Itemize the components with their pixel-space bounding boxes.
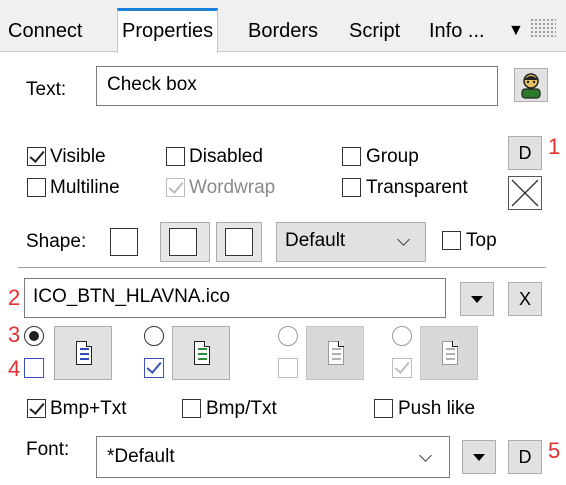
- bmp-txt-label: Bmp+Txt: [50, 398, 127, 419]
- wordwrap-checkbox[interactable]: [166, 178, 185, 197]
- shape-option-square[interactable]: [110, 224, 152, 260]
- state-disabled-checked-icon-button[interactable]: [420, 326, 478, 380]
- push-like-label: Push like: [398, 398, 476, 419]
- document-icon: [194, 341, 210, 365]
- shape-dropdown-value: Default: [285, 230, 346, 251]
- state-checked-radio[interactable]: [144, 326, 164, 346]
- shape-option-sunken[interactable]: [160, 222, 210, 262]
- annotation-4: 4: [8, 356, 21, 381]
- transparent-label: Transparent: [366, 177, 468, 198]
- multiline-label: Multiline: [50, 177, 120, 198]
- close-x-button[interactable]: [508, 176, 542, 210]
- d-button[interactable]: D: [508, 136, 542, 170]
- chevron-down-icon: [397, 233, 410, 246]
- visible-checkbox[interactable]: [27, 147, 46, 166]
- chevron-down-icon: [419, 449, 432, 462]
- text-label: Text:: [26, 79, 67, 100]
- font-d-button[interactable]: D: [508, 440, 542, 474]
- separator: [18, 267, 546, 268]
- tab-strip: Connect Properties Borders Script Info .…: [0, 0, 566, 53]
- user-icon: [521, 73, 541, 99]
- font-dropdown-button[interactable]: [462, 440, 496, 474]
- document-icon: [442, 341, 458, 365]
- top-label: Top: [466, 230, 497, 251]
- shape-dropdown[interactable]: Default: [276, 222, 426, 262]
- shape-option-raised[interactable]: [216, 222, 262, 262]
- annotation-3: 3: [8, 322, 21, 347]
- state-normal-radio[interactable]: [24, 326, 44, 346]
- dropdown-triangle-icon: [471, 296, 483, 303]
- icon-file-input[interactable]: ICO_BTN_HLAVNA.ico: [24, 278, 446, 318]
- tab-overflow-icon[interactable]: ▼: [508, 22, 524, 40]
- state-checked-checkbox[interactable]: [144, 358, 164, 378]
- multiline-checkbox[interactable]: [27, 178, 46, 197]
- transparent-checkbox[interactable]: [342, 178, 361, 197]
- font-label: Font:: [26, 439, 70, 460]
- disabled-checkbox[interactable]: [166, 147, 185, 166]
- annotation-1: 1: [548, 134, 561, 159]
- close-x-icon: [511, 179, 539, 207]
- tab-info[interactable]: Info ...: [425, 10, 489, 52]
- bmp-slash-txt-label: Bmp/Txt: [206, 398, 277, 419]
- properties-panel: Text: Check box Visible Disabled Group D…: [8, 52, 560, 485]
- annotation-5: 5: [548, 438, 561, 463]
- wordwrap-label: Wordwrap: [189, 177, 276, 198]
- annotation-2: 2: [8, 285, 21, 310]
- icon-file-clear-button[interactable]: X: [508, 282, 542, 316]
- group-label: Group: [366, 146, 419, 167]
- state-disabled-checked-radio[interactable]: [392, 326, 412, 346]
- tab-script[interactable]: Script: [345, 10, 404, 52]
- state-checked-icon-button[interactable]: [172, 326, 230, 380]
- push-like-checkbox[interactable]: [374, 399, 393, 418]
- group-checkbox[interactable]: [342, 147, 361, 166]
- shape-label: Shape:: [26, 231, 87, 252]
- font-select-value: *Default: [107, 446, 175, 467]
- visible-label: Visible: [50, 146, 106, 167]
- state-disabled-checkbox[interactable]: [278, 358, 298, 378]
- document-icon: [76, 341, 92, 365]
- font-select[interactable]: *Default: [96, 436, 450, 478]
- state-normal-checkbox[interactable]: [24, 358, 44, 378]
- state-disabled-checked-checkbox[interactable]: [392, 358, 412, 378]
- tab-borders[interactable]: Borders: [244, 10, 322, 52]
- state-disabled-icon-button[interactable]: [306, 326, 364, 380]
- top-checkbox[interactable]: [442, 231, 461, 250]
- gripper-icon[interactable]: [530, 18, 556, 38]
- bmp-txt-checkbox[interactable]: [27, 399, 46, 418]
- state-disabled-radio[interactable]: [278, 326, 298, 346]
- document-icon: [328, 341, 344, 365]
- disabled-label: Disabled: [189, 146, 263, 167]
- user-icon-button[interactable]: [514, 68, 548, 102]
- state-normal-icon-button[interactable]: [54, 326, 112, 380]
- text-input[interactable]: Check box: [96, 66, 498, 106]
- tab-properties[interactable]: Properties: [117, 8, 219, 53]
- icon-file-dropdown-button[interactable]: [460, 282, 494, 316]
- bmp-slash-txt-checkbox[interactable]: [182, 399, 201, 418]
- tab-connect[interactable]: Connect: [4, 10, 87, 52]
- dropdown-triangle-icon: [473, 454, 485, 461]
